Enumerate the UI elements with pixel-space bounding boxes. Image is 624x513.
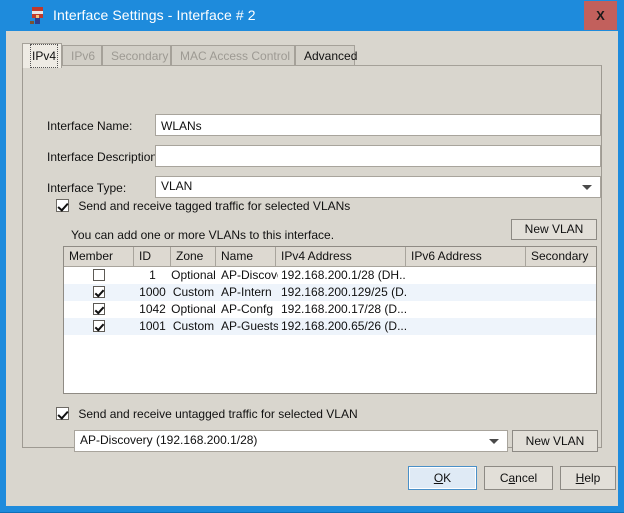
row-zone-cell: Optional	[171, 268, 216, 282]
table-row[interactable]: 1042 Optional AP-Confg 192.168.200.17/28…	[64, 301, 596, 318]
row-zone-cell: Custom	[172, 319, 215, 333]
row-id-cell: 1042	[139, 302, 166, 316]
close-button[interactable]: X	[584, 1, 617, 30]
interface-name-input[interactable]: WLANs	[155, 114, 601, 136]
tab-ipv4[interactable]: IPv4	[22, 43, 62, 68]
row-member-cell[interactable]	[64, 284, 134, 301]
tab-ipv6-label: IPv6	[71, 49, 96, 63]
tab-secondary[interactable]: Secondary	[102, 45, 171, 66]
column-header-zone[interactable]: Zone	[171, 247, 216, 266]
row-ipv4-cell: 192.168.200.1/28 (DH...	[281, 268, 406, 282]
untagged-vlan-value: AP-Discovery (192.168.200.1/28)	[80, 433, 258, 447]
title-bar[interactable]: Interface Settings - Interface # 2 X	[0, 0, 624, 31]
row-secondary-cell	[526, 267, 596, 284]
row-ipv6-cell	[406, 301, 526, 318]
row-id-cell: 1000	[139, 285, 166, 299]
interface-description-input[interactable]	[155, 145, 601, 167]
row-member-checkbox[interactable]	[93, 286, 105, 298]
untagged-vlan-select[interactable]: AP-Discovery (192.168.200.1/28)	[74, 430, 508, 452]
row-zone-cell: Custom	[172, 285, 215, 299]
row-name-cell: AP-Intern	[221, 285, 272, 299]
cancel-button[interactable]: Cancel	[484, 466, 553, 490]
row-ipv4-cell: 192.168.200.65/26 (D...	[281, 319, 406, 333]
new-vlan-button-top[interactable]: New VLAN	[511, 219, 597, 240]
row-member-checkbox[interactable]	[93, 269, 105, 281]
row-zone-cell: Optional	[171, 302, 216, 316]
chevron-down-icon	[582, 185, 592, 190]
row-member-cell[interactable]	[64, 267, 134, 284]
vlan-hint-text: You can add one or more VLANs to this in…	[71, 228, 335, 242]
help-button[interactable]: Help	[560, 466, 616, 490]
row-member-checkbox[interactable]	[93, 303, 105, 315]
untagged-traffic-checkbox-row[interactable]: Send and receive untagged traffic for se…	[56, 407, 358, 421]
dialog-client-area: IPv4 IPv6 Secondary MAC Access Control A…	[6, 31, 618, 506]
tab-mac-access-control[interactable]: MAC Access Control	[171, 45, 295, 66]
column-header-name[interactable]: Name	[216, 247, 276, 266]
row-id-cell: 1001	[139, 319, 166, 333]
interface-type-select[interactable]: VLAN	[155, 176, 601, 198]
row-secondary-cell	[526, 301, 596, 318]
row-ipv6-cell	[406, 284, 526, 301]
untagged-traffic-label: Send and receive untagged traffic for se…	[78, 407, 358, 421]
row-secondary-cell	[526, 284, 596, 301]
column-header-member[interactable]: Member	[64, 247, 134, 266]
tagged-traffic-label: Send and receive tagged traffic for sele…	[78, 199, 351, 213]
column-header-id[interactable]: ID	[134, 247, 171, 266]
row-name-cell: AP-Confg	[221, 302, 274, 316]
ok-label-rest: K	[443, 471, 452, 485]
row-ipv6-cell	[406, 318, 526, 335]
tagged-traffic-checkbox[interactable]	[56, 199, 69, 212]
untagged-traffic-checkbox[interactable]	[56, 407, 69, 420]
ok-button[interactable]: OK	[408, 466, 477, 490]
tagged-traffic-checkbox-row[interactable]: Send and receive tagged traffic for sele…	[56, 199, 350, 213]
help-label-post: elp	[584, 471, 601, 485]
tab-ipv4-label: IPv4	[32, 49, 57, 63]
new-vlan-button-bottom[interactable]: New VLAN	[512, 430, 598, 452]
row-secondary-cell	[526, 318, 596, 335]
cancel-label-post: ncel	[515, 471, 538, 485]
tab-panel-ipv4: Interface Name: WLANs Interface Descript…	[22, 65, 602, 452]
tab-strip: IPv4 IPv6 Secondary MAC Access Control A…	[22, 43, 602, 68]
tab-mac-access-control-label: MAC Access Control	[180, 49, 291, 63]
tab-secondary-label: Secondary	[111, 49, 169, 63]
interface-type-label: Interface Type:	[47, 181, 127, 195]
ok-accel-letter: O	[433, 471, 444, 485]
row-id-cell: 1	[149, 268, 156, 282]
chevron-down-icon	[489, 439, 499, 444]
interface-type-value: VLAN	[161, 179, 193, 193]
column-header-ipv6[interactable]: IPv6 Address	[406, 247, 526, 266]
tab-ipv6[interactable]: IPv6	[62, 45, 102, 66]
vlan-table-header: Member ID Zone Name IPv4 Address IPv6 Ad…	[64, 247, 596, 267]
window-title: Interface Settings - Interface # 2	[53, 7, 256, 23]
column-header-secondary[interactable]: Secondary	[526, 247, 596, 266]
table-row[interactable]: 1001 Custom AP-Guests 192.168.200.65/26 …	[64, 318, 596, 335]
column-header-ipv4[interactable]: IPv4 Address	[276, 247, 406, 266]
row-member-checkbox[interactable]	[93, 320, 105, 332]
interface-description-label: Interface Description:	[47, 150, 161, 164]
row-member-cell[interactable]	[64, 318, 134, 335]
tab-advanced[interactable]: Advanced	[295, 45, 358, 66]
row-name-cell: AP-Discovery	[221, 268, 278, 282]
row-ipv6-cell	[406, 267, 526, 284]
table-row[interactable]: 1000 Custom AP-Intern 192.168.200.129/25…	[64, 284, 596, 301]
firewall-appliance-icon	[30, 7, 43, 24]
row-ipv4-cell: 192.168.200.129/25 (D...	[281, 285, 406, 299]
row-ipv4-cell: 192.168.200.17/28 (D...	[281, 302, 406, 316]
dialog-window: Interface Settings - Interface # 2 X IPv…	[0, 0, 624, 513]
interface-name-label: Interface Name:	[47, 119, 133, 133]
row-member-cell[interactable]	[64, 301, 134, 318]
vlan-table[interactable]: Member ID Zone Name IPv4 Address IPv6 Ad…	[63, 246, 597, 394]
tab-advanced-label: Advanced	[304, 49, 358, 63]
table-row[interactable]: 1 Optional AP-Discovery 192.168.200.1/28…	[64, 267, 596, 284]
row-name-cell: AP-Guests	[221, 319, 278, 333]
